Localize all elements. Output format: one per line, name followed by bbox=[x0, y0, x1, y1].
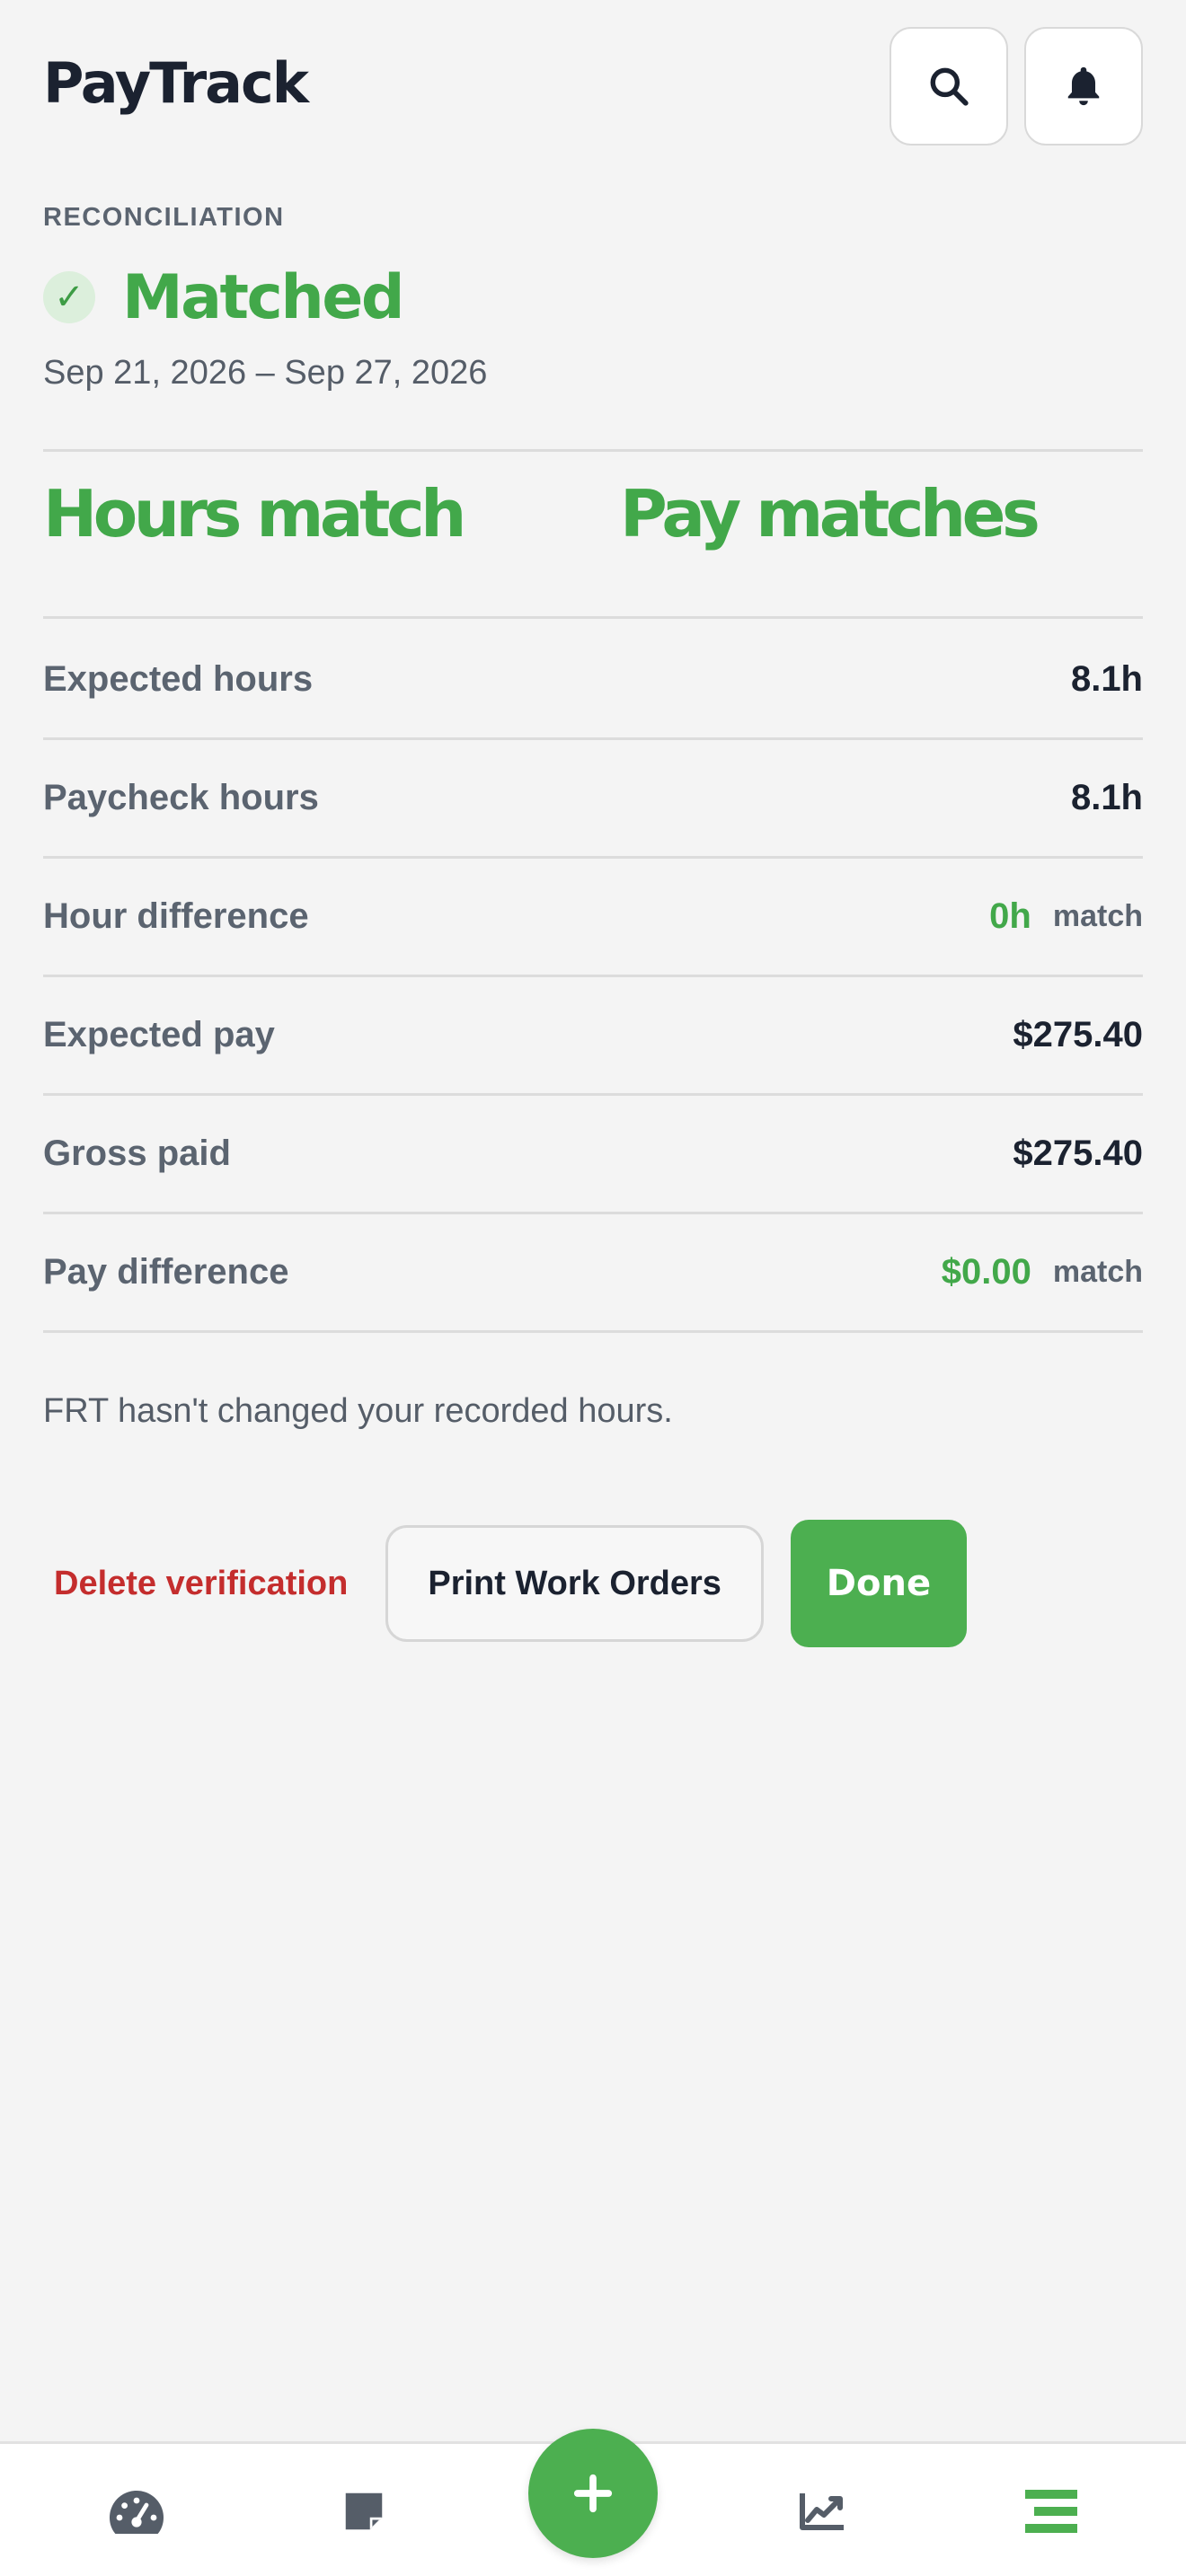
action-bar: Delete verification Print Work Orders Do… bbox=[43, 1520, 967, 1647]
row-value: $0.00 match bbox=[942, 1214, 1143, 1330]
nav-dashboard[interactable] bbox=[74, 2444, 199, 2576]
row-value: 0h match bbox=[989, 859, 1143, 975]
nav-notes[interactable] bbox=[301, 2444, 427, 2576]
section-label: RECONCILIATION bbox=[43, 203, 285, 232]
hours-match-summary: Hours match bbox=[43, 476, 466, 551]
gross-paid-row: Gross paid $275.40 bbox=[43, 1096, 1143, 1214]
add-icon bbox=[573, 2474, 613, 2513]
bell-icon bbox=[1067, 66, 1100, 106]
menu-icon bbox=[1025, 2490, 1077, 2533]
check-icon: ✓ bbox=[43, 271, 95, 323]
row-label: Paycheck hours bbox=[43, 778, 319, 817]
dashboard-icon bbox=[110, 2491, 164, 2534]
hour-difference-value: 0h bbox=[989, 896, 1031, 936]
reconciliation-screen: PayTrack RECONCILIATION ✓ Matched Sep 21… bbox=[0, 0, 1186, 2576]
hour-difference-row: Hour difference 0h match bbox=[43, 859, 1143, 977]
print-work-orders-button[interactable]: Print Work Orders bbox=[385, 1525, 764, 1642]
row-label: Expected pay bbox=[43, 1015, 275, 1054]
expected-hours-row: Expected hours 8.1h bbox=[43, 622, 1143, 740]
info-note: FRT hasn't changed your recorded hours. bbox=[43, 1392, 673, 1430]
app-title: PayTrack bbox=[43, 50, 309, 116]
row-value: $275.40 bbox=[1013, 1015, 1143, 1054]
status-title: Matched bbox=[122, 261, 405, 333]
row-value: $275.40 bbox=[1013, 1134, 1143, 1173]
status-row: ✓ Matched bbox=[43, 260, 405, 334]
nav-trends[interactable] bbox=[759, 2444, 885, 2576]
delete-verification-button[interactable]: Delete verification bbox=[54, 1565, 348, 1603]
search-icon bbox=[930, 67, 969, 106]
pay-difference-row: Pay difference $0.00 match bbox=[43, 1214, 1143, 1333]
nav-menu[interactable] bbox=[988, 2444, 1114, 2576]
expected-pay-row: Expected pay $275.40 bbox=[43, 977, 1143, 1096]
app-header: PayTrack bbox=[43, 27, 1143, 146]
notes-icon bbox=[345, 2492, 383, 2530]
row-value: 8.1h bbox=[1070, 778, 1143, 817]
match-tag: match bbox=[1052, 899, 1143, 933]
pay-difference-value: $0.00 bbox=[941, 1252, 1031, 1292]
add-button[interactable] bbox=[528, 2429, 658, 2558]
date-range: Sep 21, 2026 – Sep 27, 2026 bbox=[43, 354, 488, 392]
pay-match-summary: Pay matches bbox=[620, 476, 1040, 551]
match-tag: match bbox=[1052, 1255, 1143, 1289]
notifications-button[interactable] bbox=[1024, 27, 1143, 146]
paycheck-hours-row: Paycheck hours 8.1h bbox=[43, 740, 1143, 859]
row-label: Hour difference bbox=[43, 896, 309, 936]
row-label: Pay difference bbox=[43, 1252, 289, 1292]
row-label: Expected hours bbox=[43, 659, 314, 699]
divider bbox=[43, 449, 1143, 452]
done-button[interactable]: Done bbox=[790, 1520, 967, 1647]
search-button[interactable] bbox=[890, 27, 1008, 146]
row-value: 8.1h bbox=[1070, 659, 1143, 699]
row-label: Gross paid bbox=[43, 1134, 231, 1173]
divider bbox=[43, 616, 1143, 619]
trends-icon bbox=[800, 2493, 844, 2530]
